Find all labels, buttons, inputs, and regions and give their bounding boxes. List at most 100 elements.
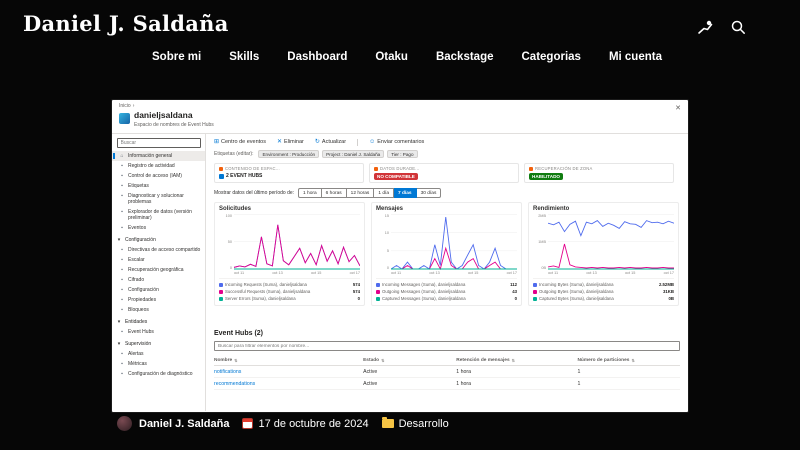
configuration-icon: ▪ — [119, 287, 125, 293]
resource-icon — [219, 167, 223, 171]
portal-header: Inicio› danieljsaldana Espacio de nombre… — [112, 100, 688, 134]
period-6-horas[interactable]: 6 horas — [322, 188, 347, 198]
nav-item-dashboard[interactable]: Dashboard — [287, 51, 347, 63]
column-header-estado[interactable]: Estado⇅ — [363, 358, 456, 363]
sidebar-item-registro-de-actividad[interactable]: ▪Registro de actividad — [112, 161, 205, 171]
tags-label[interactable]: Etiquetas (editar): — [214, 151, 253, 157]
tag-environment-produccion[interactable]: Environment : Producción — [258, 150, 319, 158]
nav-item-skills[interactable]: Skills — [229, 51, 259, 63]
partitions-cell: 1 — [577, 369, 680, 375]
close-icon[interactable]: ✕ — [675, 104, 681, 112]
author-name[interactable]: Daniel J. Saldaña — [139, 418, 229, 430]
sidebar-section-configuracion[interactable]: ▾Configuración — [112, 233, 205, 245]
toolbar-actualizar[interactable]: ↻Actualizar — [315, 139, 346, 145]
event-hubs-table: Nombre⇅Estado⇅Retención de mensajes⇅Núme… — [214, 356, 680, 390]
x-axis-labels: oct 11oct 13oct 15oct 17 — [234, 271, 360, 275]
tag-project-daniel-j-saldana[interactable]: Project : Daniel J. Saldaña — [322, 150, 384, 158]
stat-title: RECUPERACIÓN DE ZONA — [529, 166, 669, 171]
essentials-stats: CONTENIDO DE ESPAC...2 EVENT HUBSDATOS D… — [214, 163, 674, 183]
sidebar-item-recuperacion-geografica[interactable]: ▪Recuperación geográfica — [112, 265, 205, 275]
nav-item-sobre-mi[interactable]: Sobre mi — [152, 51, 201, 63]
table-row[interactable]: recommendationsActive1 hora1 — [214, 378, 680, 390]
legend-item[interactable]: Incoming Messages (Suma), danieljsaldana… — [376, 281, 517, 288]
sidebar-item-configuracion[interactable]: ▪Configuración — [112, 285, 205, 295]
legend-label: Outgoing Messages (Suma), danieljsaldana — [382, 289, 510, 294]
period-7-dias[interactable]: 7 días — [394, 188, 417, 198]
sidebar-item-metricas[interactable]: ▪Métricas — [112, 359, 205, 369]
event-center-icon: ⊞ — [214, 139, 219, 145]
toolbar-divider — [357, 139, 358, 146]
sidebar-item-alertas[interactable]: ▪Alertas — [112, 349, 205, 359]
table-header-row: Nombre⇅Estado⇅Retención de mensajes⇅Núme… — [214, 356, 680, 366]
nav-item-otaku[interactable]: Otaku — [375, 51, 408, 63]
site-logo[interactable]: Daniel J. Saldaña — [23, 11, 229, 36]
sidebar-item-cifrado[interactable]: ▪Cifrado — [112, 275, 205, 285]
sidebar-item-escalar[interactable]: ▪Escalar — [112, 255, 205, 265]
column-label: Retención de mensajes — [456, 358, 509, 363]
x-tick-label: oct 17 — [664, 271, 674, 275]
legend-item[interactable]: Captured Bytes (Suma), danieljsaldana0B — [533, 295, 674, 302]
table-row[interactable]: notificationsActive1 hora1 — [214, 366, 680, 378]
legend-label: Successful Requests (Suma), danieljsalda… — [225, 289, 351, 294]
post-category[interactable]: Desarrollo — [399, 418, 449, 430]
legend-item[interactable]: Incoming Bytes (Suma), danieljsaldana2.5… — [533, 281, 674, 288]
y-tick-label: 0B — [533, 266, 546, 270]
period-1-dia[interactable]: 1 día — [374, 188, 394, 198]
legend-item[interactable]: Captured Messages (Suma), danieljsaldana… — [376, 295, 517, 302]
chart-canvas — [548, 214, 674, 270]
column-header-numero-de-particiones[interactable]: Número de particiones⇅ — [577, 358, 680, 363]
event-hub-link[interactable]: notifications — [214, 369, 363, 375]
breadcrumb[interactable]: Inicio› — [119, 103, 134, 109]
sidebar-item-directivas-de-acceso-compartido[interactable]: ▪Directivas de acceso compartido — [112, 245, 205, 255]
sidebar-item-etiquetas[interactable]: ▪Etiquetas — [112, 181, 205, 191]
legend-item[interactable]: Outgoing Messages (Suma), danieljsaldana… — [376, 288, 517, 295]
column-header-nombre[interactable]: Nombre⇅ — [214, 358, 363, 363]
sidebar-item-eventos[interactable]: ▪Eventos — [112, 223, 205, 233]
stargazer-icon[interactable] — [697, 19, 713, 35]
toolbar-centro-de-eventos[interactable]: ⊞Centro de eventos — [214, 139, 266, 145]
sidebar-item-event-hubs[interactable]: ▪Event Hubs — [112, 327, 205, 337]
legend-item[interactable]: Successful Requests (Suma), danieljsalda… — [219, 288, 360, 295]
period-1-hora[interactable]: 1 hora — [298, 188, 322, 198]
legend-item[interactable]: Outgoing Bytes (Suma), danieljsaldana31K… — [533, 288, 674, 295]
stat-title: CONTENIDO DE ESPAC... — [219, 166, 359, 171]
chart-rendimiento[interactable]: Rendimiento2MB1MB0Boct 11oct 13oct 15oct… — [528, 202, 679, 306]
toolbar-eliminar[interactable]: ✕Eliminar — [277, 139, 304, 145]
event-hubs-filter-input[interactable] — [214, 341, 680, 351]
nav-item-backstage[interactable]: Backstage — [436, 51, 494, 63]
locks-icon: ▪ — [119, 307, 125, 313]
sidebar-search-input[interactable] — [117, 138, 201, 148]
chart-plot: 2MB1MB0B — [533, 214, 674, 270]
nav-item-mi-cuenta[interactable]: Mi cuenta — [609, 51, 662, 63]
sidebar-item-explorador-de-datos-version-preliminar[interactable]: ▪Explorador de datos (versión preliminar… — [112, 207, 205, 223]
breadcrumb-home[interactable]: Inicio — [119, 103, 131, 109]
sidebar-item-bloqueos[interactable]: ▪Bloqueos — [112, 305, 205, 315]
period-30-dias[interactable]: 30 días — [417, 188, 442, 198]
legend-item[interactable]: Server Errors (Suma), danieljsaldana0 — [219, 295, 360, 302]
sidebar-item-propiedades[interactable]: ▪Propiedades — [112, 295, 205, 305]
sort-icon: ⇅ — [631, 358, 634, 363]
diagnose-icon: ▪ — [119, 193, 125, 199]
main-nav: Sobre mi Skills Dashboard Otaku Backstage Cat… — [152, 51, 662, 63]
tag-tier-pago[interactable]: Tier : Pago — [387, 150, 417, 158]
sidebar-section-supervision[interactable]: ▾Supervisión — [112, 337, 205, 349]
event-hub-link[interactable]: recommendations — [214, 381, 363, 387]
chart-solicitudes[interactable]: Solicitudes100500oct 11oct 13oct 15oct 1… — [214, 202, 365, 306]
period-12-horas[interactable]: 12 horas — [347, 188, 375, 198]
author-avatar[interactable] — [117, 416, 132, 431]
retention-cell: 1 hora — [456, 381, 577, 387]
sidebar-item-configuracion-de-diagnostico[interactable]: ▪Configuración de diagnóstico — [112, 369, 205, 379]
toolbar-enviar-comentarios[interactable]: ☺Enviar comentarios — [369, 139, 424, 145]
column-header-retencion-de-mensajes[interactable]: Retención de mensajes⇅ — [456, 358, 577, 363]
chart-mensajes[interactable]: Mensajes151050oct 11oct 13oct 15oct 17In… — [371, 202, 522, 306]
sidebar-item-control-de-acceso-iam[interactable]: ▪Control de acceso (IAM) — [112, 171, 205, 181]
y-axis-labels: 100500 — [219, 214, 234, 270]
search-icon[interactable] — [730, 19, 746, 35]
sidebar-section-entidades[interactable]: ▾Entidades — [112, 315, 205, 327]
nav-item-categorias[interactable]: Categorias — [522, 51, 581, 63]
legend-item[interactable]: Incoming Requests (Suma), danieljsaldana… — [219, 281, 360, 288]
x-tick-label: oct 13 — [272, 271, 282, 275]
overview-icon: ⌂ — [119, 153, 125, 159]
sidebar-item-diagnosticar-y-solucionar-problemas[interactable]: ▪Diagnosticar y solucionar problemas — [112, 191, 205, 207]
sidebar-item-informacion-general[interactable]: ⌂Información general — [112, 151, 205, 161]
